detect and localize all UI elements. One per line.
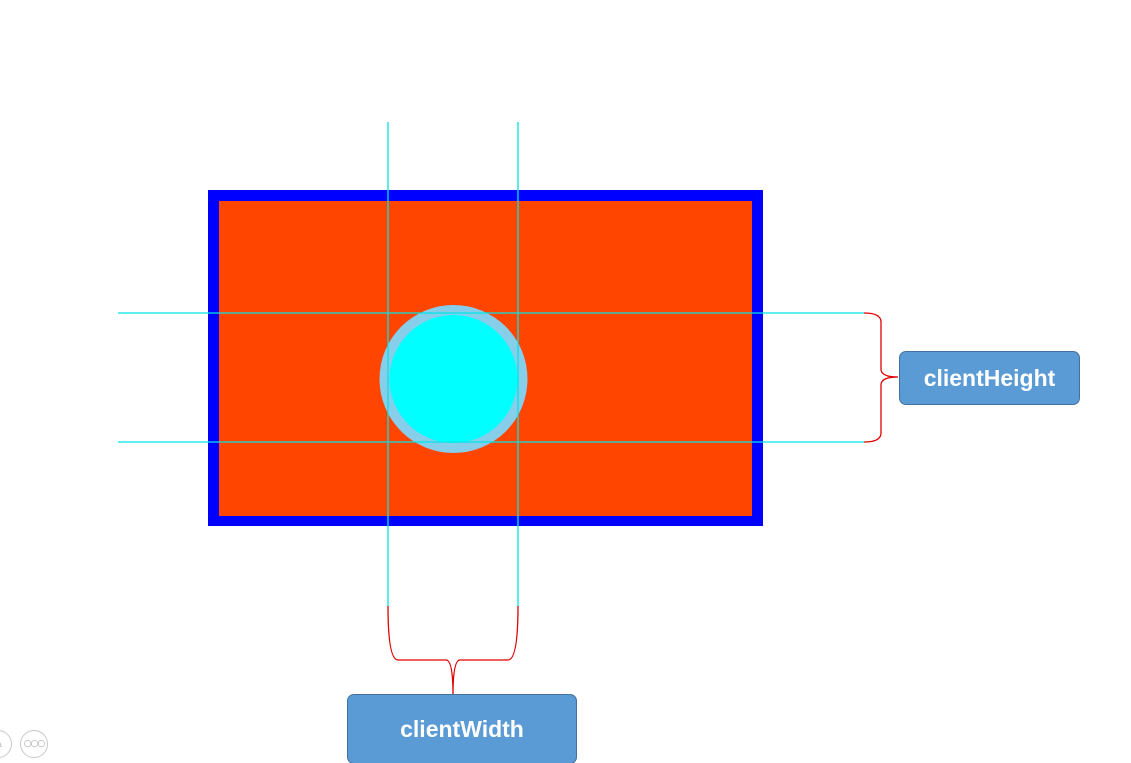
brace-client-width bbox=[387, 605, 519, 696]
client-width-label: clientWidth bbox=[347, 694, 577, 763]
circle-fill bbox=[389, 315, 518, 443]
pen-icon: ✎ bbox=[0, 737, 3, 751]
diagram-canvas: clientHeight clientWidth ✎ ○○○ bbox=[0, 0, 1131, 763]
more-button[interactable]: ○○○ bbox=[20, 730, 48, 758]
client-height-text: clientHeight bbox=[923, 364, 1056, 391]
client-height-label: clientHeight bbox=[899, 351, 1080, 405]
more-icon: ○○○ bbox=[23, 739, 46, 749]
client-width-text: clientWidth bbox=[400, 715, 524, 742]
brace-client-height bbox=[863, 312, 899, 443]
